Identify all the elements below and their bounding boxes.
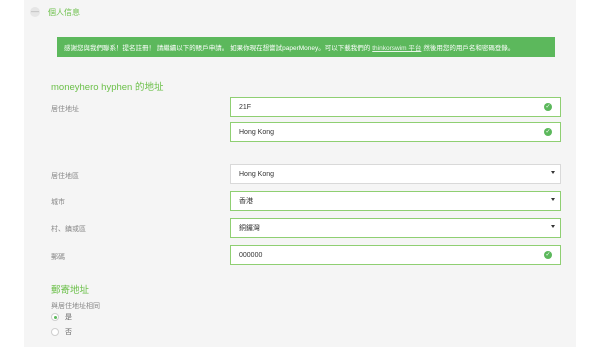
district-value: 銅鑼灣: [239, 225, 260, 232]
radio-option-yes[interactable]: 是: [51, 312, 72, 322]
postal-label: 郵碼: [51, 254, 65, 261]
region-label: 居住地區: [51, 173, 79, 180]
valid-check-icon: ✓: [544, 251, 552, 259]
valid-check-icon: ✓: [544, 128, 552, 136]
address-line1-value: 21F: [239, 103, 252, 111]
radio-label-yes: 是: [65, 314, 72, 321]
city-select[interactable]: 香港: [230, 191, 561, 211]
success-alert: 感謝您與我們聯系！提名註冊！ 請繼續以下的賬戶申請。 如果你現在想嘗試paper…: [57, 37, 555, 57]
dropdown-caret-icon: [551, 225, 555, 228]
dropdown-caret-icon: [551, 198, 555, 201]
district-label: 村、鎮或區: [51, 226, 86, 233]
radio-option-no[interactable]: 否: [51, 327, 72, 337]
postal-code-input[interactable]: 000000 ✓: [230, 245, 561, 265]
alert-text-end: 然後用您的用戶名和密碼登錄。: [423, 45, 515, 52]
same-as-residential-label: 與居住地址相同: [51, 303, 100, 310]
address-line1-input[interactable]: 21F ✓: [230, 97, 561, 117]
district-select[interactable]: 銅鑼灣: [230, 218, 561, 238]
dropdown-caret-icon: [551, 171, 555, 174]
address-line2-input[interactable]: Hong Kong ✓: [230, 122, 561, 142]
collapse-icon[interactable]: —: [30, 7, 40, 17]
postal-code-value: 000000: [239, 251, 263, 259]
residential-address-heading: moneyhero hyphen 的地址: [51, 82, 164, 93]
region-select[interactable]: Hong Kong: [230, 164, 561, 184]
radio-button[interactable]: [51, 328, 59, 336]
city-value: 香港: [239, 198, 253, 205]
alert-text: 感謝您與我們聯系！提名註冊！ 請繼續以下的賬戶申請。 如果你現在想嘗試paper…: [64, 45, 371, 52]
city-label: 城市: [51, 199, 65, 206]
address-line2-value: Hong Kong: [239, 128, 275, 136]
valid-check-icon: ✓: [544, 103, 552, 111]
thinkorswim-link[interactable]: thinkorswim 平台: [372, 42, 421, 52]
radio-button-checked[interactable]: [51, 313, 59, 321]
section-title: 個人信息: [48, 7, 80, 17]
mailing-address-heading: 郵寄地址: [51, 285, 90, 296]
region-value: Hong Kong: [239, 170, 275, 178]
section-header[interactable]: — 個人信息: [30, 6, 80, 18]
radio-label-no: 否: [65, 329, 72, 336]
address-label: 居住地址: [51, 106, 79, 113]
